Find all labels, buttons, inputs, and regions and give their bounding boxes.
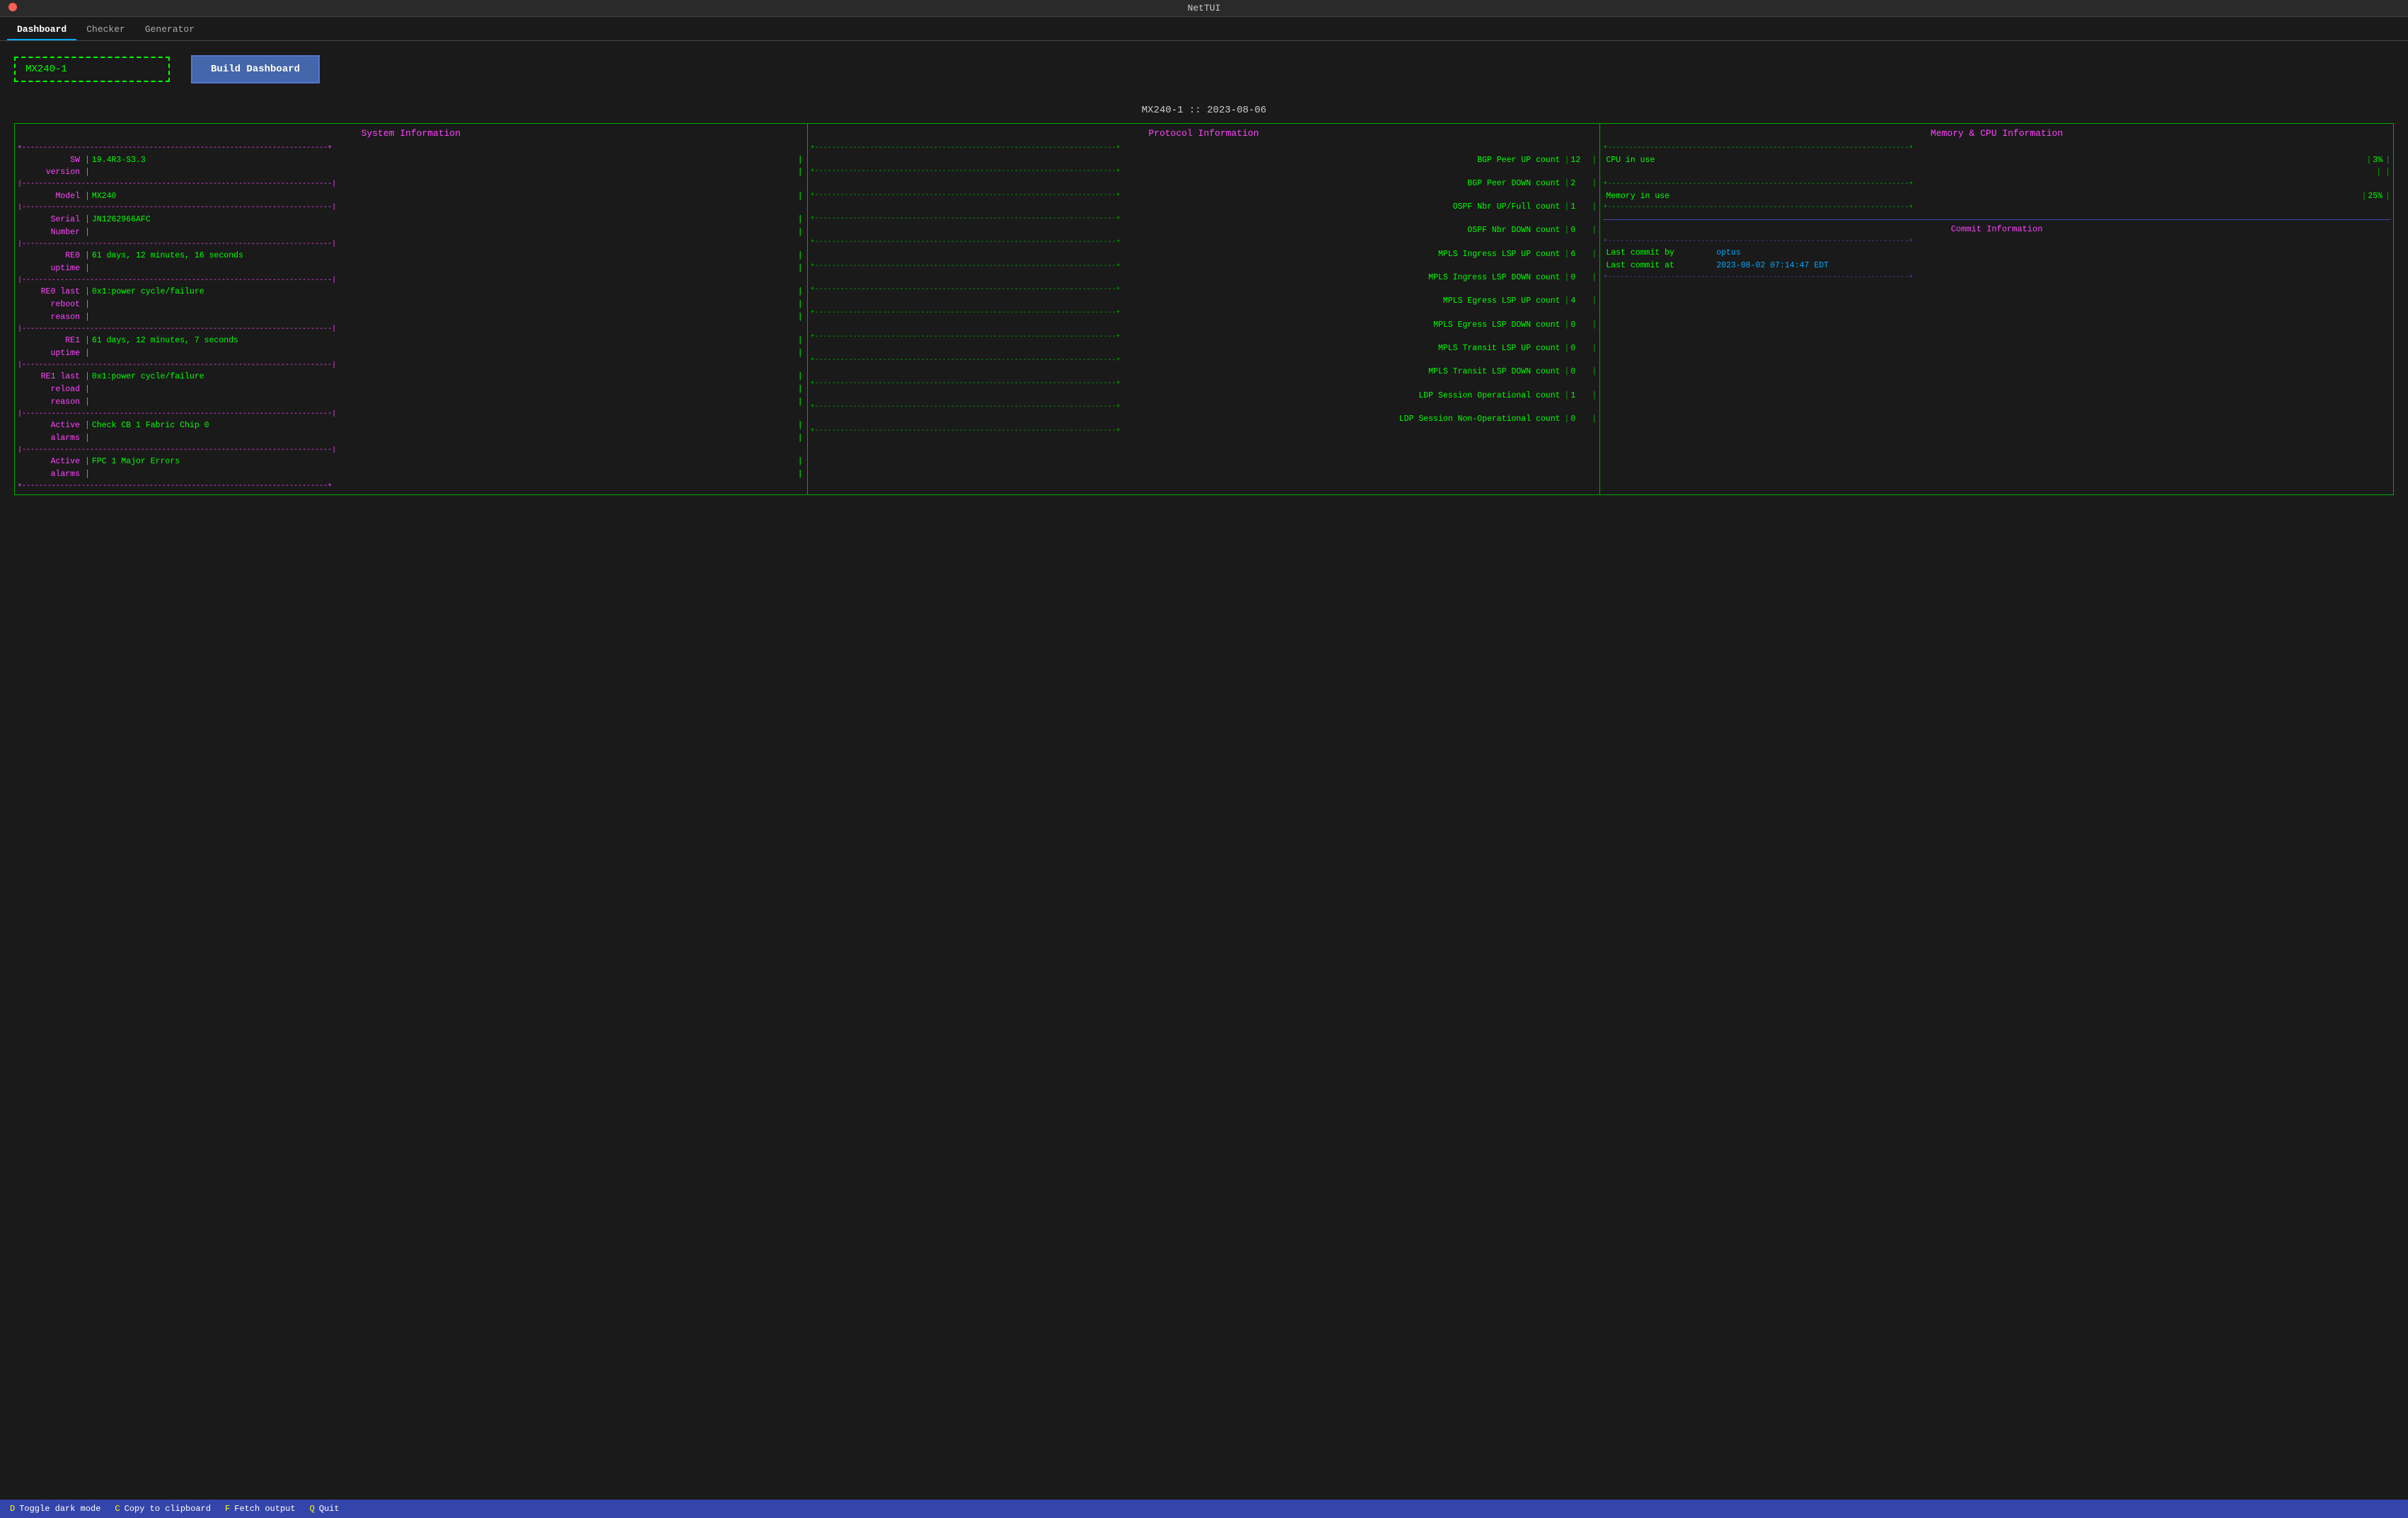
sys-row-alarm1b: alarms | | bbox=[18, 432, 804, 445]
dashboard-title: MX240-1 :: 2023-08-06 bbox=[14, 105, 2394, 116]
proto-row-mplstransdown: MPLS Transit LSP DOWN count | 0 | bbox=[811, 366, 1597, 378]
tab-generator[interactable]: Generator bbox=[135, 21, 204, 40]
status-label-copy: Copy to clipboard bbox=[125, 1504, 211, 1514]
statuskey-d[interactable]: D bbox=[7, 1502, 18, 1515]
memory-panel: Memory & CPU Information +--------------… bbox=[1600, 124, 2393, 494]
sys-row-model: Model | MX240 | bbox=[18, 190, 804, 203]
proto-row-ldpnonop: LDP Session Non-Operational count | 0 | bbox=[811, 413, 1597, 426]
sys-row-alarm1a: Active | Check CB 1 Fabric Chip 0 | bbox=[18, 419, 804, 432]
device-row: Build Dashboard bbox=[14, 55, 2394, 83]
sys-row-re1rl2: reload | | bbox=[18, 383, 804, 396]
proto-row-mplstransup: MPLS Transit LSP UP count | 0 | bbox=[811, 342, 1597, 355]
commit-title: Commit Information bbox=[1603, 219, 2390, 236]
statuskey-q[interactable]: Q bbox=[307, 1502, 318, 1515]
system-panel: System Information +--------------------… bbox=[15, 124, 808, 494]
sys-row-re0up2: uptime | | bbox=[18, 262, 804, 275]
system-panel-title: System Information bbox=[15, 124, 807, 143]
proto-row-ldpop: LDP Session Operational count | 1 | bbox=[811, 390, 1597, 402]
sys-label-sw: SW bbox=[18, 154, 83, 167]
sys-row-serial2: Number | | bbox=[18, 226, 804, 239]
sys-row-alarm2a: Active | FPC 1 Major Errors | bbox=[18, 456, 804, 468]
sys-row-re0up1: RE0 | 61 days, 12 minutes, 16 seconds | bbox=[18, 250, 804, 262]
tab-bar: Dashboard Checker Generator bbox=[0, 17, 2408, 41]
proto-row-ospfdown: OSPF Nbr DOWN count | 0 | bbox=[811, 224, 1597, 237]
sys-row-re0rb1: RE0 last | 0x1:power cycle/failure | bbox=[18, 286, 804, 299]
sys-row-re1rl1: RE1 last | 0x1:power cycle/failure | bbox=[18, 371, 804, 383]
sys-row-re1rl3: reason | | bbox=[18, 396, 804, 409]
sys-row-re0rb2: reboot | | bbox=[18, 299, 804, 311]
proto-row-mplsegdown: MPLS Egress LSP DOWN count | 0 | bbox=[811, 319, 1597, 332]
dashboard-section: MX240-1 :: 2023-08-06 System Information… bbox=[14, 105, 2394, 1493]
tab-dashboard[interactable]: Dashboard bbox=[7, 21, 76, 40]
sys-value-sw: 19.4R3-S3.3 bbox=[92, 154, 146, 167]
sys-row-serial1: Serial | JN1262966AFC | bbox=[18, 214, 804, 226]
protocol-panel-content: +---------------------------------------… bbox=[808, 143, 1600, 439]
system-panel-content: +---------------------------------------… bbox=[15, 143, 807, 494]
status-bar: D Toggle dark mode C Copy to clipboard F… bbox=[0, 1500, 2408, 1518]
proto-row-mplsingup: MPLS Ingress LSP UP count | 6 | bbox=[811, 248, 1597, 261]
title-bar: NetTUI bbox=[0, 0, 2408, 17]
mem-row-cpu: CPU in use | 3% | bbox=[1603, 154, 2390, 167]
proto-row-bgpdown: BGP Peer DOWN count | 2 | bbox=[811, 178, 1597, 190]
sys-row-sw: SW | 19.4R3-S3.3 | bbox=[18, 154, 804, 167]
dashboard-grid: System Information +--------------------… bbox=[14, 123, 2394, 495]
status-label-quit: Quit bbox=[319, 1504, 340, 1514]
main-content: Build Dashboard MX240-1 :: 2023-08-06 Sy… bbox=[0, 41, 2408, 1500]
status-label-dark: Toggle dark mode bbox=[19, 1504, 100, 1514]
tab-checker[interactable]: Checker bbox=[76, 21, 135, 40]
sys-label-version: version bbox=[18, 166, 83, 179]
sys-row-re1up1: RE1 | 61 days, 12 minutes, 7 seconds | bbox=[18, 335, 804, 347]
mem-row-cpu2: | | bbox=[1603, 166, 2390, 179]
status-label-fetch: Fetch output bbox=[234, 1504, 295, 1514]
build-dashboard-button[interactable]: Build Dashboard bbox=[191, 55, 320, 83]
proto-row-ospfup: OSPF Nbr UP/Full count | 1 | bbox=[811, 201, 1597, 214]
sys-row-alarm2b: alarms | | bbox=[18, 468, 804, 481]
commit-row-by: Last commit by optus bbox=[1603, 247, 2390, 260]
proto-row-mplsegup: MPLS Egress LSP UP count | 4 | bbox=[811, 295, 1597, 308]
commit-row-at: Last commit at 2023-08-02 07:14:47 EDT bbox=[1603, 260, 2390, 272]
mem-row-mem: Memory in use | 25% | bbox=[1603, 190, 2390, 203]
memory-panel-title: Memory & CPU Information bbox=[1600, 124, 2393, 143]
sys-row-sw2: version | | bbox=[18, 166, 804, 179]
protocol-panel-title: Protocol Information bbox=[808, 124, 1600, 143]
device-input[interactable] bbox=[14, 57, 170, 82]
statuskey-c[interactable]: C bbox=[112, 1502, 122, 1515]
memory-panel-content: +---------------------------------------… bbox=[1600, 143, 2393, 286]
statuskey-f[interactable]: F bbox=[222, 1502, 233, 1515]
sys-row-re1up2: uptime | | bbox=[18, 347, 804, 360]
proto-row-bgpup: BGP Peer UP count | 12 | bbox=[811, 154, 1597, 167]
app-title: NetTUI bbox=[1188, 3, 1221, 13]
proto-row-mplsingdown: MPLS Ingress LSP DOWN count | 0 | bbox=[811, 272, 1597, 284]
sys-row-re0rb3: reason | | bbox=[18, 311, 804, 324]
sys-divider-top: +---------------------------------------… bbox=[18, 143, 804, 154]
close-button[interactable] bbox=[8, 3, 17, 11]
protocol-panel: Protocol Information +------------------… bbox=[808, 124, 1601, 494]
